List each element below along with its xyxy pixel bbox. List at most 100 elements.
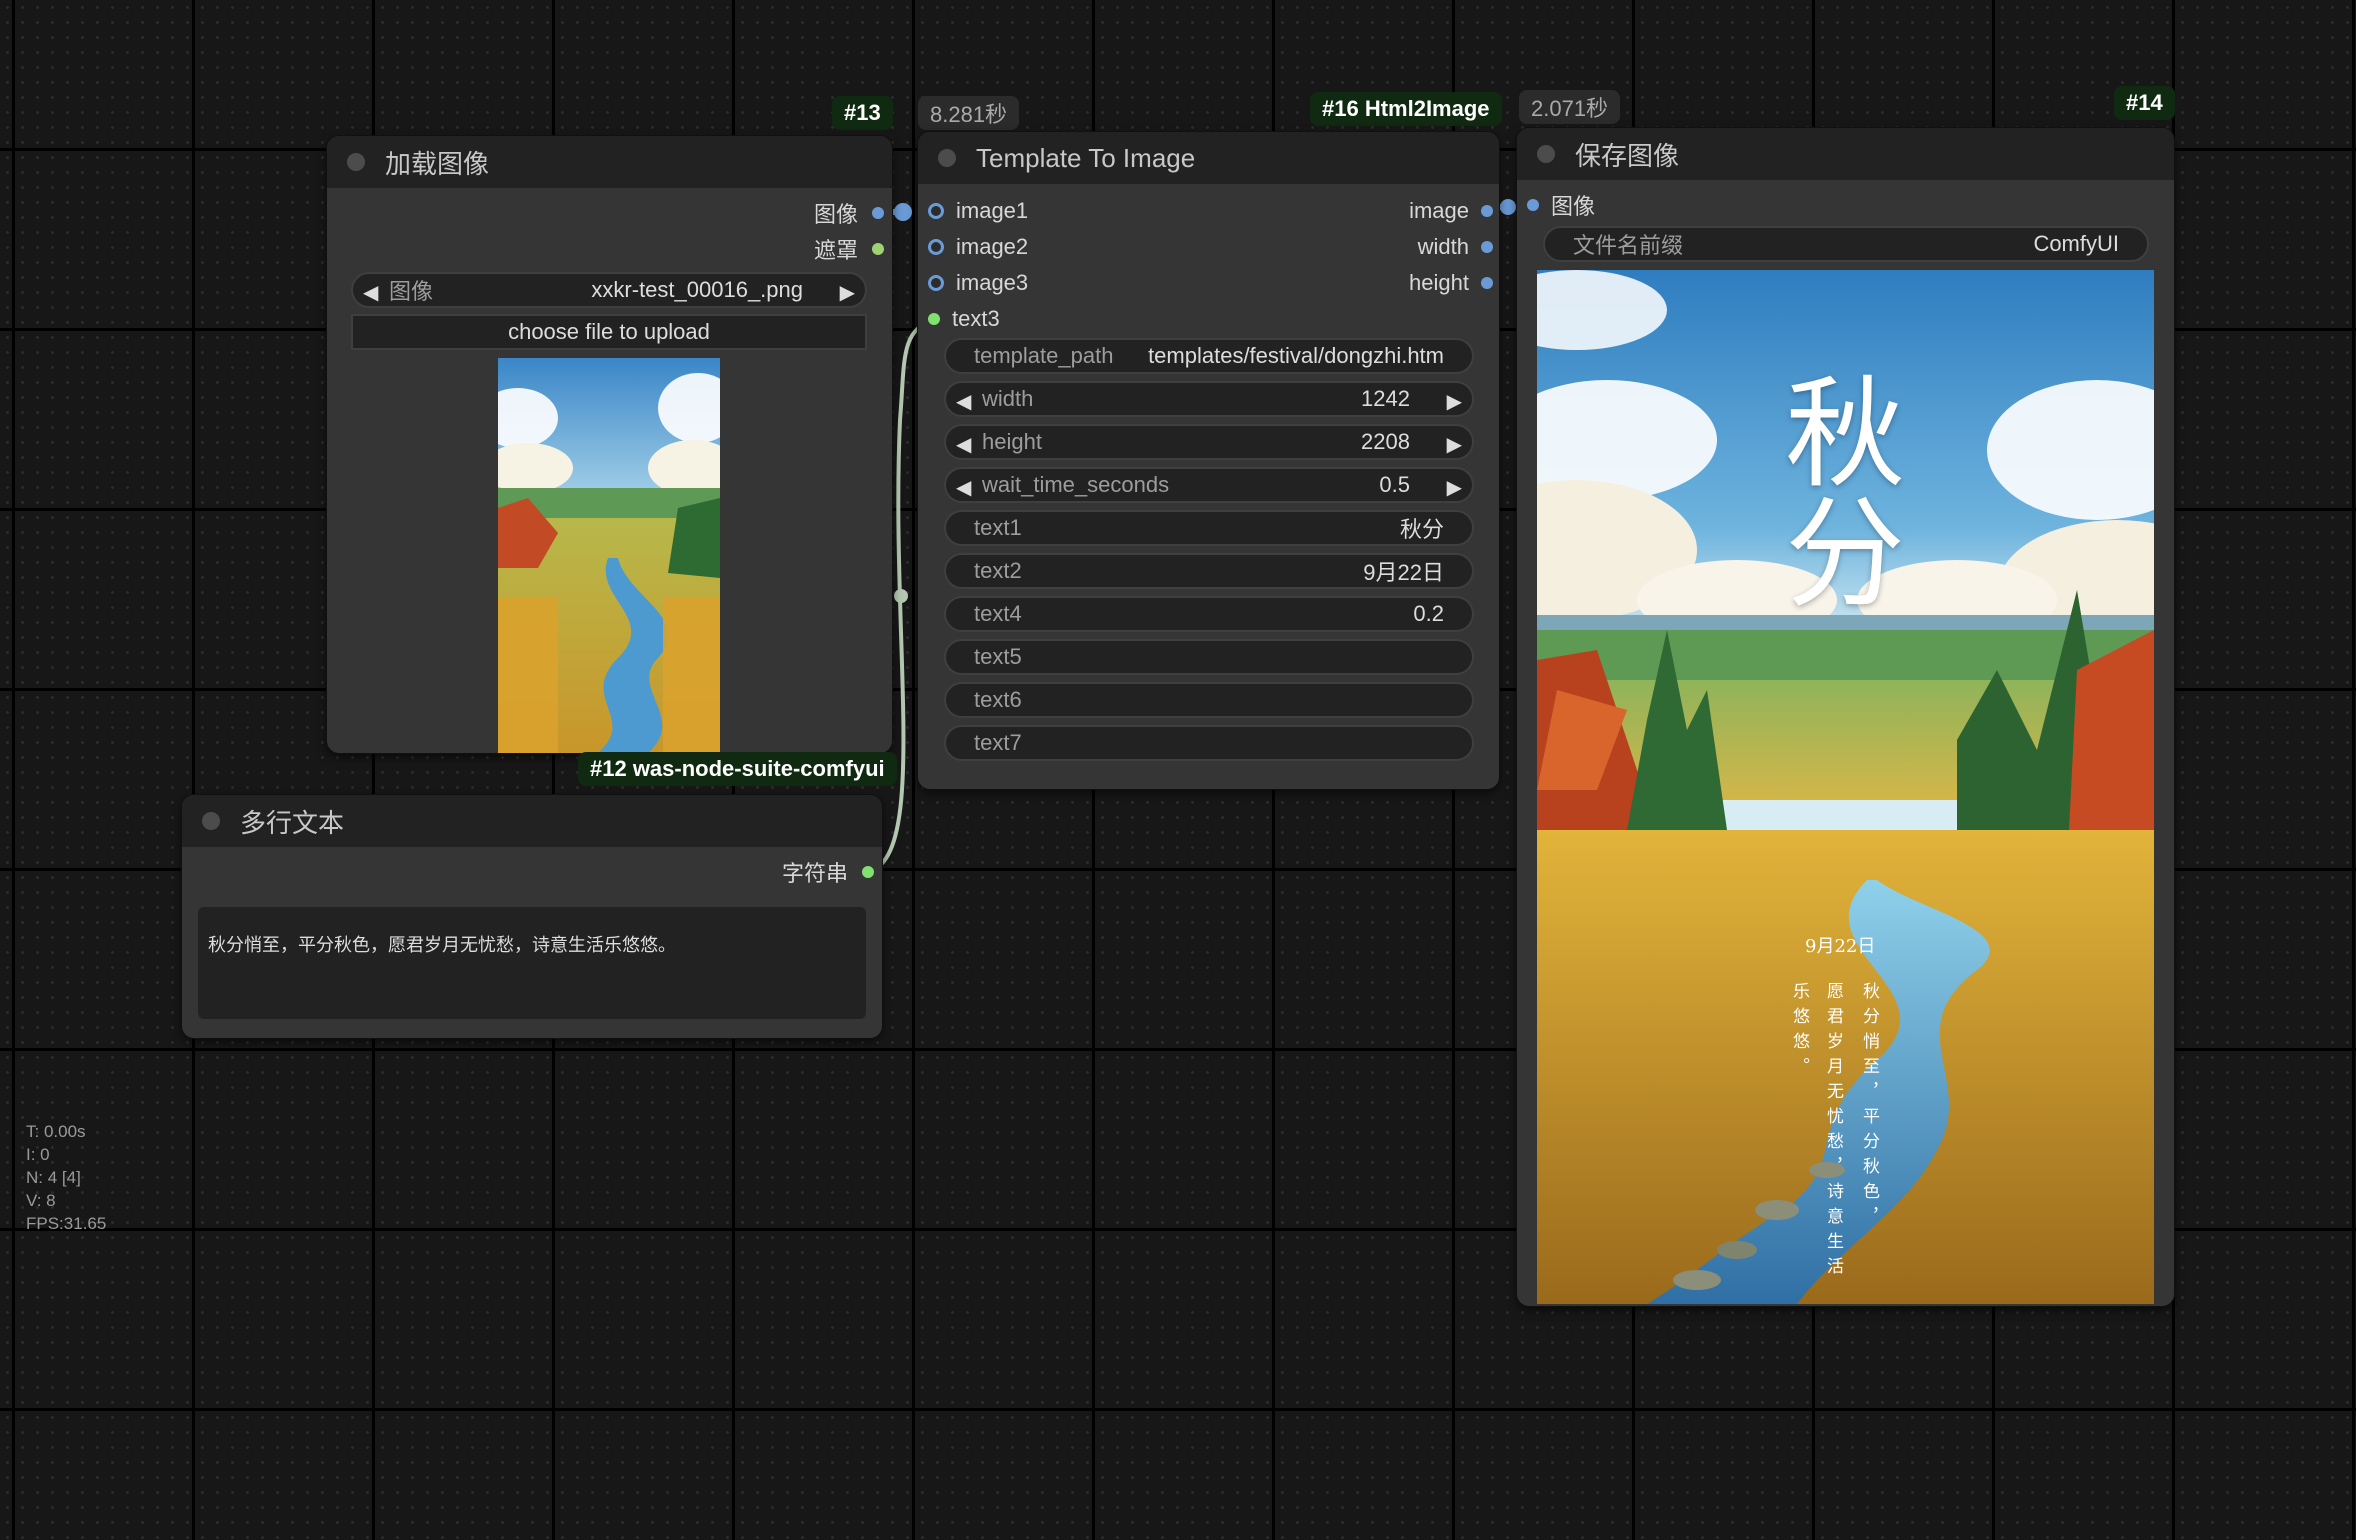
output-image-preview: 秋分 9月22日 秋分悄至，平分秋色， 愿君岁月无忧愁，诗意生活 乐悠悠。 (1537, 270, 2154, 1304)
text1-widget[interactable]: text1 秋分 (944, 510, 1474, 546)
node-title: 多行文本 (240, 807, 345, 838)
arrow-right-icon[interactable]: ▶ (1447, 389, 1462, 414)
stat-time: T: 0.00s (26, 1122, 86, 1141)
arrow-right-icon[interactable]: ▶ (1447, 432, 1462, 457)
text4-widget[interactable]: text4 0.2 (944, 596, 1474, 632)
output-slot-width[interactable]: width (1418, 232, 1493, 262)
input-slot-image2[interactable]: image2 (928, 232, 1028, 262)
arrow-right-icon[interactable]: ▶ (840, 280, 855, 305)
arrow-left-icon[interactable]: ◀ (956, 475, 971, 500)
slot-connector[interactable] (1527, 199, 1539, 211)
input-slot-text3[interactable]: text3 (928, 304, 1000, 334)
link-midpoint (1500, 199, 1516, 215)
stat-iterations: I: 0 (26, 1145, 50, 1164)
stat-nodes: N: 4 [4] (26, 1168, 81, 1187)
widget-value: 0.2 (1413, 601, 1444, 626)
widget-label: 文件名前缀 (1573, 233, 1684, 258)
node-title-bar[interactable]: Template To Image (918, 132, 1499, 184)
poster-poem-column: 乐悠悠。 (1789, 982, 1809, 1082)
node-title-bar[interactable]: 保存图像 (1517, 128, 2174, 180)
slot-connector[interactable] (928, 239, 944, 255)
widget-value: xxkr-test_00016_.png (591, 277, 803, 302)
arrow-left-icon[interactable]: ◀ (363, 280, 378, 305)
widget-label: text2 (974, 558, 1022, 583)
widget-value: templates/festival/dongzhi.htm (1148, 343, 1444, 368)
widget-value: 2208 (1361, 429, 1410, 454)
slot-label: image (1409, 198, 1469, 223)
template-path-widget[interactable]: template_path templates/festival/dongzhi… (944, 338, 1474, 374)
widget-label: template_path (974, 343, 1114, 368)
slot-connector[interactable] (928, 275, 944, 291)
slot-connector[interactable] (862, 866, 874, 878)
widget-label: text7 (974, 730, 1022, 755)
poster-poem-column: 愿君岁月无忧愁，诗意生活 (1823, 982, 1843, 1282)
slot-connector[interactable] (1481, 277, 1493, 289)
node-id-badge: #16 Html2Image (1310, 92, 1502, 126)
widget-label: width (982, 386, 1034, 411)
slot-label: 字符串 (781, 861, 848, 886)
collapse-dot[interactable] (938, 149, 956, 167)
widget-label: wait_time_seconds (982, 472, 1170, 497)
slot-connector[interactable] (1481, 205, 1493, 217)
slot-connector[interactable] (928, 313, 940, 325)
multiline-text-node[interactable]: 多行文本 字符串 秋分悄至，平分秋色，愿君岁月无忧愁，诗意生活乐悠悠。 (182, 795, 882, 1038)
slot-label: width (1417, 234, 1469, 259)
input-slot-image3[interactable]: image3 (928, 268, 1028, 298)
wait-time-widget[interactable]: ◀ wait_time_seconds 0.5 ▶ (944, 467, 1474, 503)
output-slot-mask[interactable]: 遮罩 (814, 234, 884, 264)
slot-label: 图像 (813, 202, 858, 227)
image-preview (498, 358, 720, 753)
arrow-right-icon[interactable]: ▶ (1447, 475, 1462, 500)
text2-widget[interactable]: text2 9月22日 (944, 553, 1474, 589)
output-slot-string[interactable]: 字符串 (782, 857, 874, 887)
input-slot-image1[interactable]: image1 (928, 196, 1028, 226)
image-combo-widget[interactable]: ◀ 图像 xxkr-test_00016_.png ▶ (351, 272, 867, 308)
arrow-left-icon[interactable]: ◀ (956, 432, 971, 457)
slot-label: image2 (956, 234, 1029, 259)
node-title: Template To Image (976, 142, 1196, 173)
widget-value: ComfyUI (2033, 231, 2119, 256)
stat-visible: V: 8 (26, 1191, 56, 1210)
input-slot-image[interactable]: 图像 (1527, 190, 1595, 220)
filename-prefix-widget[interactable]: 文件名前缀 ComfyUI (1543, 226, 2149, 262)
collapse-dot[interactable] (202, 812, 220, 830)
text5-widget[interactable]: text5 (944, 639, 1474, 675)
render-stats: T: 0.00s I: 0 N: 4 [4] V: 8 FPS:31.65 (26, 1120, 106, 1235)
poster-date: 9月22日 (1805, 936, 1876, 957)
multiline-text-input[interactable]: 秋分悄至，平分秋色，愿君岁月无忧愁，诗意生活乐悠悠。 (198, 907, 866, 1019)
arrow-left-icon[interactable]: ◀ (956, 389, 971, 414)
stat-fps: FPS:31.65 (26, 1214, 107, 1233)
collapse-dot[interactable] (1537, 145, 1555, 163)
slot-connector[interactable] (1481, 241, 1493, 253)
widget-value: 1242 (1361, 386, 1410, 411)
collapse-dot[interactable] (347, 153, 365, 171)
slot-label: 图像 (1551, 194, 1596, 219)
save-image-node[interactable]: 保存图像 图像 文件名前缀 ComfyUI 秋分 9月22日 秋分悄至，平分秋色… (1517, 128, 2174, 1306)
node-source-badge: #12 was-node-suite-comfyui (578, 752, 897, 786)
template-to-image-node[interactable]: Template To Image image1 image2 image3 t… (918, 132, 1499, 789)
upload-button[interactable]: choose file to upload (351, 314, 867, 350)
output-slot-height[interactable]: height (1409, 268, 1493, 298)
text7-widget[interactable]: text7 (944, 725, 1474, 761)
node-id-badge: #14 (2114, 86, 2175, 120)
output-slot-image[interactable]: 图像 (814, 198, 884, 228)
width-widget[interactable]: ◀ width 1242 ▶ (944, 381, 1474, 417)
height-widget[interactable]: ◀ height 2208 ▶ (944, 424, 1474, 460)
slot-connector[interactable] (872, 243, 884, 255)
execution-time-badge: 2.071秒 (1519, 90, 1621, 124)
slot-connector[interactable] (872, 207, 884, 219)
node-title-bar[interactable]: 多行文本 (182, 795, 882, 847)
poster-poem-column: 秋分悄至，平分秋色， (1859, 982, 1879, 1232)
text6-widget[interactable]: text6 (944, 682, 1474, 718)
slot-label: 遮罩 (813, 238, 858, 263)
node-title-bar[interactable]: 加载图像 (327, 136, 892, 188)
output-slot-image[interactable]: image (1409, 196, 1493, 226)
widget-label: text4 (974, 601, 1022, 626)
load-image-node[interactable]: 加载图像 图像 遮罩 ◀ 图像 xxkr-test_00016_.png ▶ c… (327, 136, 892, 753)
slot-label: image3 (956, 270, 1029, 295)
landscape-thumbnail (498, 358, 720, 753)
slot-connector[interactable] (928, 203, 944, 219)
widget-value: 秋分 (1399, 517, 1444, 542)
widget-value: 9月22日 (1363, 560, 1444, 585)
widget-label: height (982, 429, 1042, 454)
